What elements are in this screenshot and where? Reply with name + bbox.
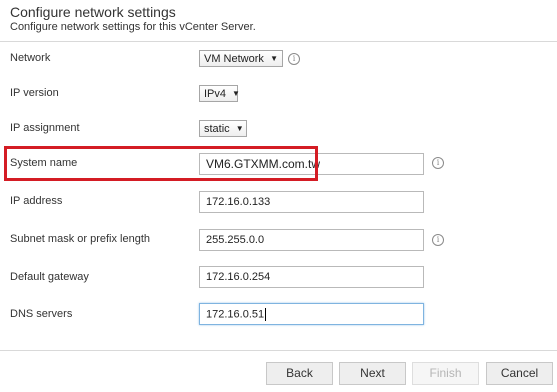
subnet-mask-label: Subnet mask or prefix length: [10, 233, 151, 245]
ip-version-select-value: IPv4: [204, 87, 227, 100]
wizard-header: Configure network settings Configure net…: [0, 0, 557, 42]
footer-divider: [0, 350, 557, 351]
ip-assignment-label: IP assignment: [10, 122, 80, 134]
info-icon[interactable]: i: [432, 157, 444, 169]
network-label: Network: [10, 52, 51, 64]
default-gateway-input[interactable]: 172.16.0.254: [199, 266, 424, 288]
network-select-value: VM Network: [204, 52, 264, 65]
cancel-button[interactable]: Cancel: [486, 362, 553, 385]
finish-button[interactable]: Finish: [412, 362, 479, 385]
dns-servers-value: 172.16.0.51: [206, 308, 265, 321]
dns-servers-input[interactable]: 172.16.0.51: [199, 303, 424, 325]
ip-version-label: IP version: [10, 87, 59, 99]
ip-address-input[interactable]: 172.16.0.133: [199, 191, 424, 213]
info-icon[interactable]: i: [432, 234, 444, 246]
system-name-highlight-box: [4, 146, 318, 181]
chevron-down-icon: ▼: [235, 124, 244, 133]
info-icon[interactable]: i: [288, 53, 300, 65]
ip-version-select[interactable]: IPv4 ▼: [199, 85, 240, 102]
ip-assignment-select-value: static: [204, 122, 230, 135]
page-title: Configure network settings: [10, 4, 176, 20]
chevron-down-icon: ▼: [270, 54, 278, 63]
text-caret: [265, 308, 267, 321]
back-button[interactable]: Back: [266, 362, 333, 385]
ip-address-label: IP address: [10, 195, 63, 207]
page-subtitle: Configure network settings for this vCen…: [10, 21, 256, 33]
ip-assignment-select[interactable]: static ▼: [199, 120, 247, 137]
network-select[interactable]: VM Network ▼: [199, 50, 283, 67]
dns-servers-label: DNS servers: [10, 308, 73, 320]
subnet-mask-input[interactable]: 255.255.0.0: [199, 229, 424, 251]
default-gateway-label: Default gateway: [10, 271, 89, 283]
next-button[interactable]: Next: [339, 362, 406, 385]
chevron-down-icon: ▼: [232, 89, 240, 98]
